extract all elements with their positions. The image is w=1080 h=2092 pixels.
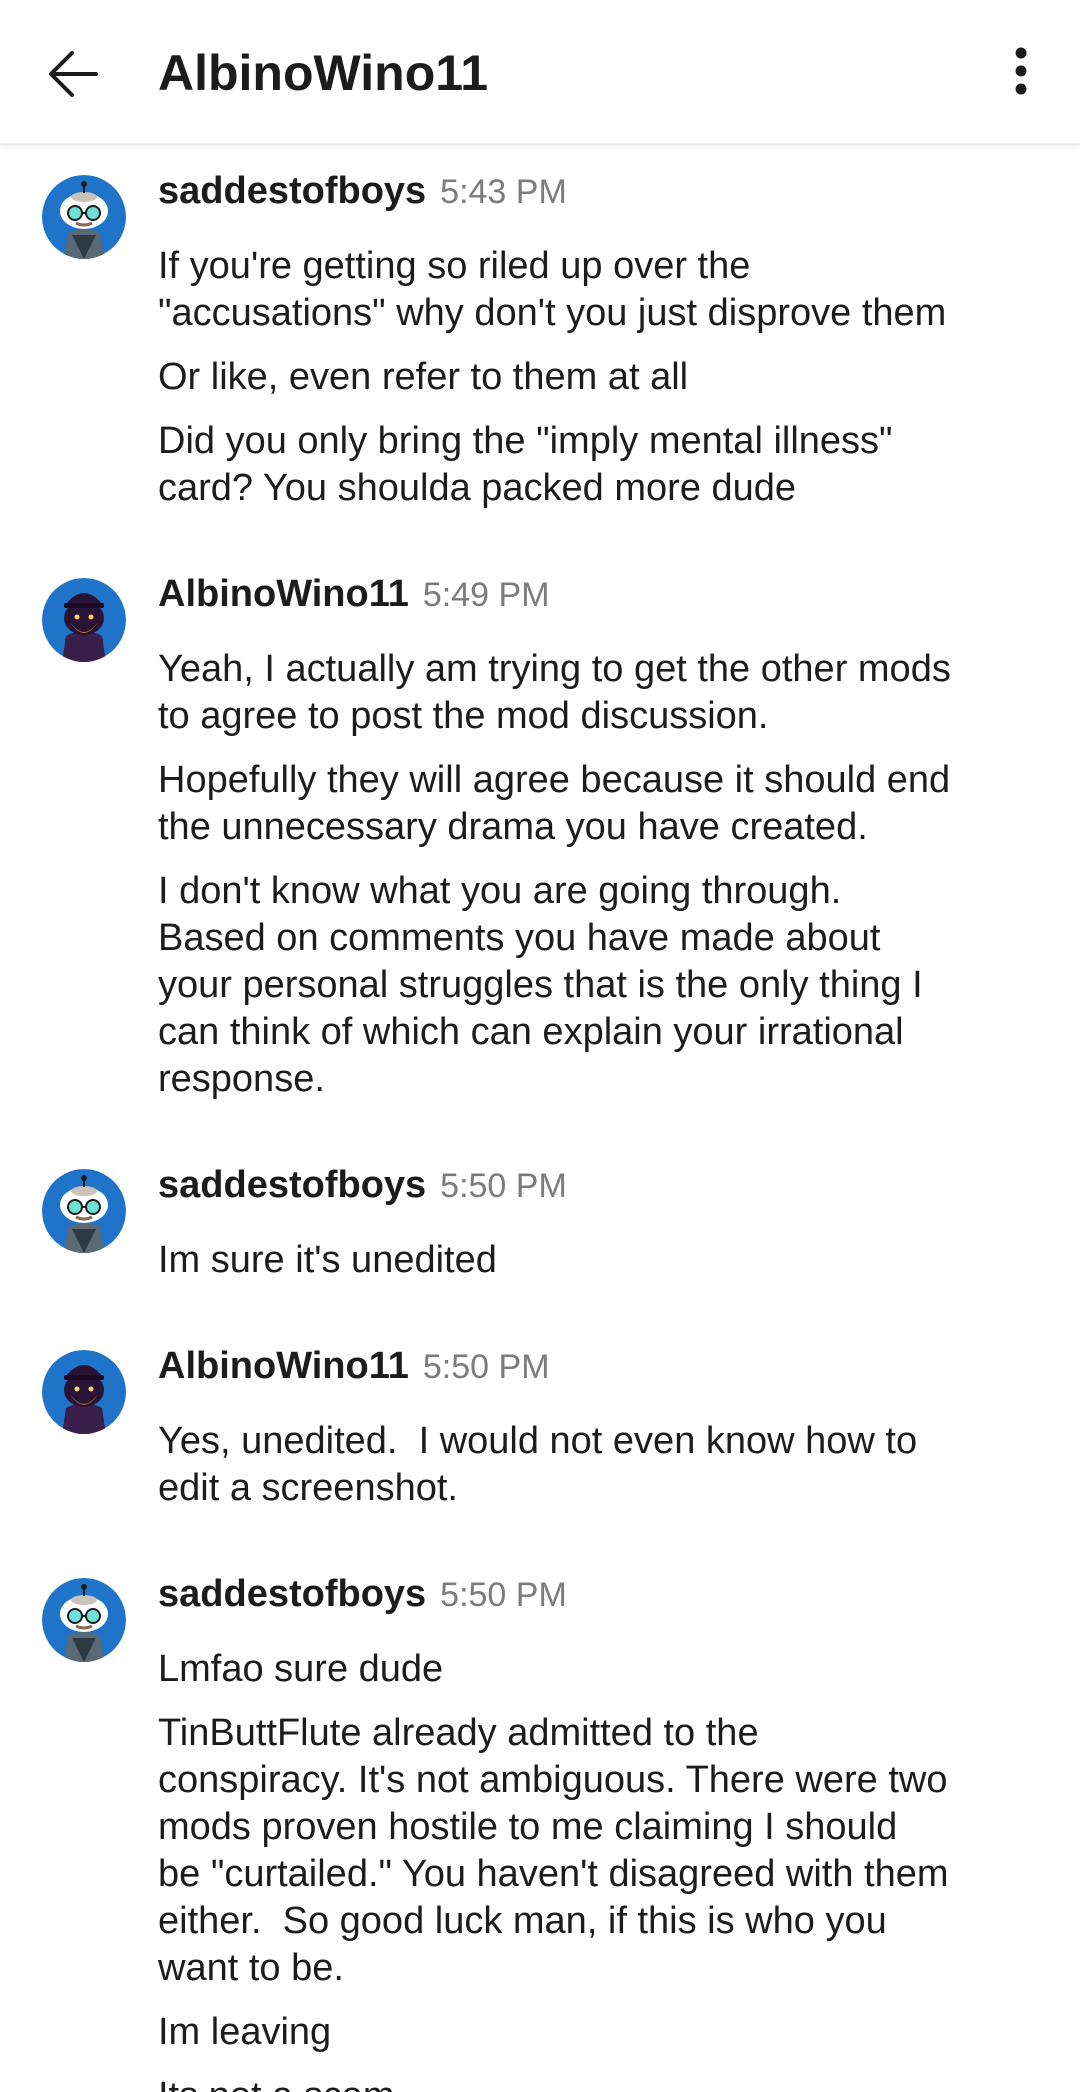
saddestofboys-avatar[interactable]: [42, 1578, 126, 1662]
timestamp: 5:43 PM: [440, 173, 567, 211]
saddestofboys-avatar[interactable]: [42, 1169, 126, 1253]
username[interactable]: saddestofboys: [158, 1164, 426, 1207]
albinowino11-avatar[interactable]: [42, 1350, 126, 1434]
message-text[interactable]: Lmfao sure dude: [158, 1646, 1040, 1693]
chat-screen: AlbinoWino11 saddestofboys 5:43 PM If you'…: [0, 0, 1080, 2092]
message-group: AlbinoWino11 5:50 PM Yes, unedited. I woul…: [0, 1320, 1080, 1548]
message-meta: AlbinoWino11 5:50 PM: [158, 1320, 1040, 1401]
message-group: AlbinoWino11 5:49 PM Yeah, I actually am t…: [0, 548, 1080, 1139]
message-text[interactable]: Its not a scam: [158, 2073, 1040, 2092]
back-button[interactable]: [28, 34, 118, 114]
message-text[interactable]: Or like, even refer to them at all: [158, 354, 1040, 401]
message-text[interactable]: Im sure it's unedited: [158, 1237, 1040, 1284]
message-list[interactable]: saddestofboys 5:43 PM If you're getting so…: [0, 145, 1080, 2092]
timestamp: 5:50 PM: [422, 1348, 550, 1386]
message-meta: saddestofboys 5:50 PM: [158, 1548, 1040, 1629]
message-group: saddestofboys 5:50 PM Im sure it's unedite…: [0, 1139, 1080, 1320]
username[interactable]: saddestofboys: [158, 1573, 426, 1616]
more-vertical-icon: [1015, 47, 1027, 95]
username[interactable]: AlbinoWino11: [158, 1345, 409, 1388]
arrow-left-icon: [49, 51, 98, 97]
message-meta: saddestofboys 5:43 PM: [158, 145, 1040, 226]
message-group: saddestofboys 5:43 PM If you're getting so…: [0, 145, 1080, 548]
message-group: saddestofboys 5:50 PM Lmfao sure dude TinBu…: [0, 1548, 1080, 2092]
message-text[interactable]: Did you only bring the "imply mental ill…: [158, 418, 1040, 512]
message-text[interactable]: TinButtFlute already admitted to the con…: [158, 1710, 1040, 1992]
message-text[interactable]: If you're getting so riled up over the "…: [158, 243, 1040, 337]
message-text[interactable]: Im leaving: [158, 2009, 1040, 2056]
message-meta: saddestofboys 5:50 PM: [158, 1139, 1040, 1220]
timestamp: 5:49 PM: [422, 576, 550, 614]
username[interactable]: AlbinoWino11: [158, 573, 409, 616]
message-text[interactable]: Hopefully they will agree because it sho…: [158, 757, 1040, 851]
conversation-title: AlbinoWino11: [158, 45, 489, 101]
message-text[interactable]: I don't know what you are going through.…: [158, 868, 1040, 1103]
message-text[interactable]: Yeah, I actually am trying to get the ot…: [158, 646, 1040, 740]
saddestofboys-avatar[interactable]: [42, 175, 126, 259]
albinowino11-avatar[interactable]: [42, 578, 126, 662]
username[interactable]: saddestofboys: [158, 170, 426, 213]
timestamp: 5:50 PM: [440, 1576, 567, 1614]
message-meta: AlbinoWino11 5:49 PM: [158, 548, 1040, 629]
more-options-button[interactable]: [986, 36, 1056, 106]
message-text[interactable]: Yes, unedited. I would not even know how…: [158, 1418, 1040, 1512]
timestamp: 5:50 PM: [440, 1167, 567, 1205]
top-app-bar: AlbinoWino11: [0, 0, 1080, 145]
